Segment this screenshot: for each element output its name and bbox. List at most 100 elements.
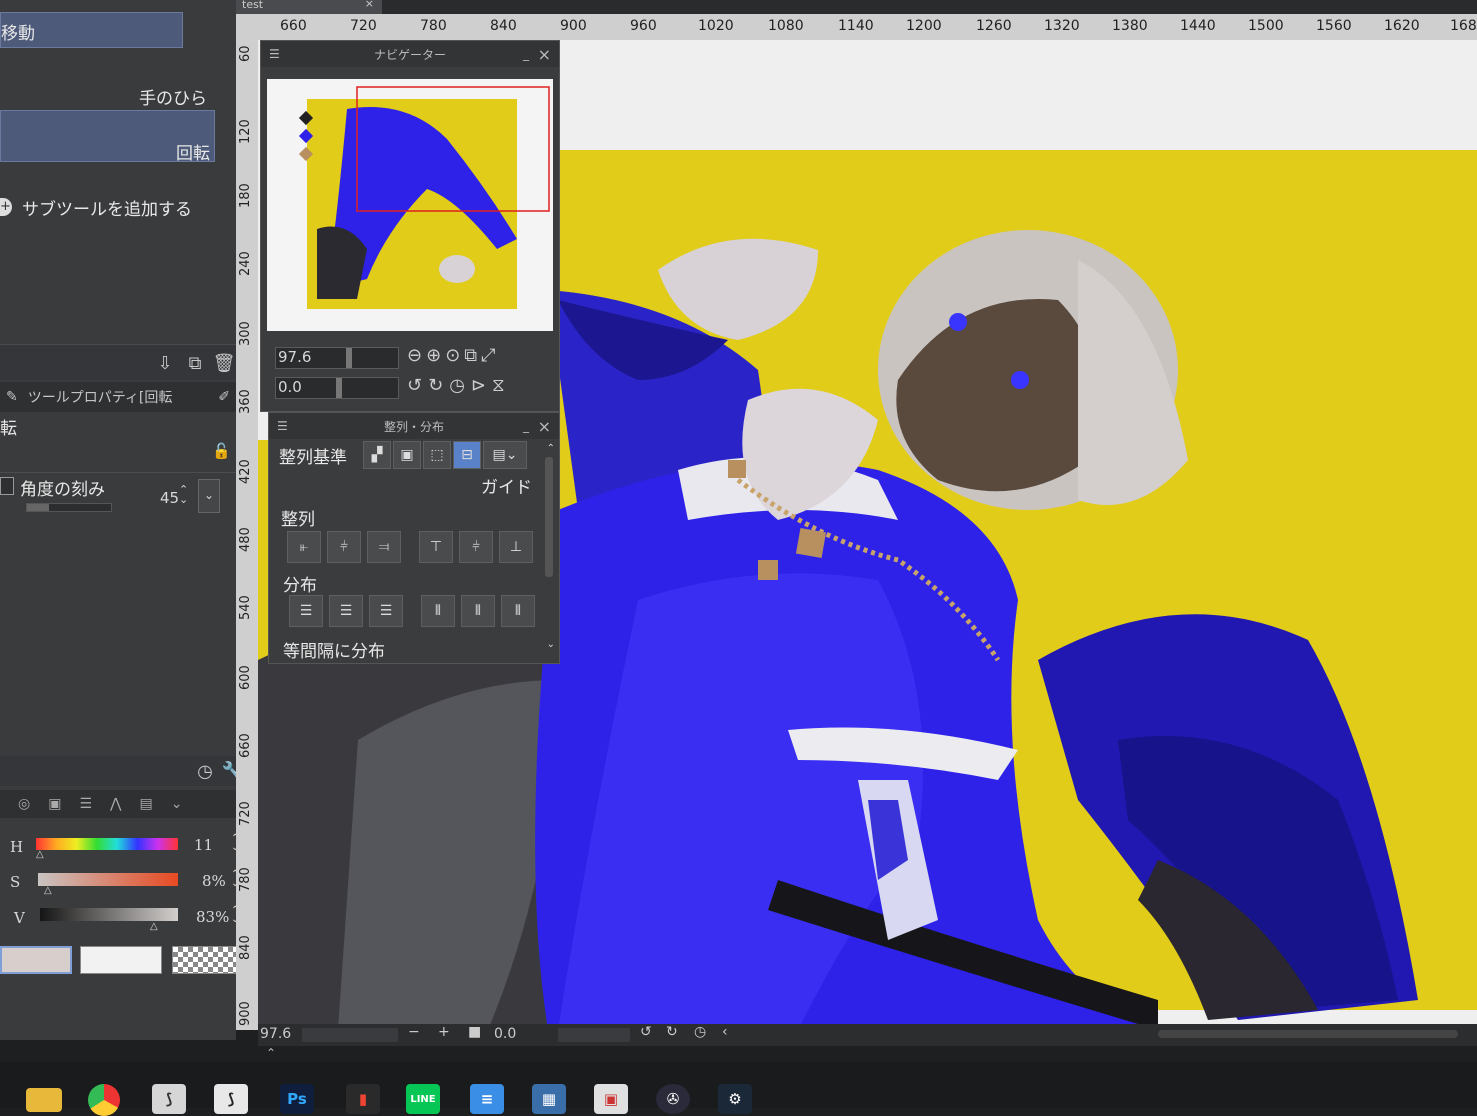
- duplicate-icon[interactable]: ⧉: [182, 350, 208, 376]
- media-player-icon[interactable]: ✇: [656, 1084, 690, 1114]
- zoom-input[interactable]: 97.6: [275, 347, 399, 369]
- clip-studio-icon[interactable]: ⟆: [152, 1084, 186, 1114]
- reset-rotation-icon[interactable]: ◷: [449, 375, 465, 396]
- status-zoom-out-icon[interactable]: −: [408, 1024, 420, 1040]
- minimize-icon[interactable]: _: [523, 47, 529, 61]
- distribute-center-h-icon[interactable]: ⦀: [461, 595, 495, 627]
- intermediate-color-tab-icon[interactable]: ⋀: [110, 796, 121, 812]
- status-rotate-right-icon[interactable]: ↻: [666, 1024, 678, 1040]
- close-tab-icon[interactable]: ×: [365, 0, 374, 9]
- close-icon[interactable]: ×: [538, 45, 551, 64]
- rotation-slider-handle[interactable]: [336, 378, 342, 398]
- horizontal-scrollbar[interactable]: [1158, 1030, 1458, 1038]
- navigator-titlebar[interactable]: ☰ ナビゲーター _ ×: [261, 41, 559, 67]
- basis-selection-icon[interactable]: ▞: [363, 441, 391, 469]
- stepper-arrows-icon[interactable]: ⌃ ⌄: [179, 484, 188, 505]
- saturation-slider[interactable]: [38, 873, 178, 886]
- basis-guide-icon[interactable]: ⊟: [453, 441, 481, 469]
- status-reset-rotation-icon[interactable]: ◷: [694, 1024, 706, 1040]
- sat-slider-thumb-icon[interactable]: △: [44, 885, 52, 896]
- panel-menu-icon[interactable]: ☰: [277, 419, 288, 433]
- flip-vertical-icon[interactable]: ⧖: [492, 375, 505, 396]
- steam-icon[interactable]: ⚙: [718, 1084, 752, 1114]
- angle-step-slider[interactable]: [26, 503, 112, 512]
- status-zoom-in-icon[interactable]: +: [438, 1024, 450, 1040]
- h-value[interactable]: 11: [194, 836, 213, 854]
- status-zoom-value[interactable]: 97.6: [260, 1026, 291, 1042]
- zoom-slider-handle[interactable]: [346, 348, 352, 368]
- align-left-icon[interactable]: ⫦: [287, 531, 321, 563]
- notepad-icon[interactable]: ≡: [470, 1084, 504, 1114]
- status-rotate-left-icon[interactable]: ↺: [640, 1024, 652, 1040]
- subtool-rotate[interactable]: 回転: [0, 110, 215, 164]
- align-bottom-icon[interactable]: ⊥: [499, 531, 533, 563]
- status-rotation-value[interactable]: 0.0: [494, 1026, 516, 1042]
- file-explorer-icon[interactable]: [26, 1088, 62, 1112]
- align-right-icon[interactable]: ⫤: [367, 531, 401, 563]
- panel-scrollbar[interactable]: [545, 457, 553, 577]
- red-app-icon[interactable]: ▮: [346, 1084, 380, 1114]
- status-collapse-icon[interactable]: ‹: [722, 1024, 728, 1040]
- fit-screen-icon[interactable]: ⤢: [481, 345, 495, 366]
- sub-color-swatch[interactable]: [80, 946, 162, 974]
- import-icon[interactable]: ⇩: [152, 350, 178, 376]
- color-slider-tab-icon[interactable]: ☰: [79, 796, 92, 812]
- color-wheel-tab-icon[interactable]: ◎: [18, 796, 30, 812]
- basis-bounds-icon[interactable]: ⬚: [423, 441, 451, 469]
- angle-dropdown-button[interactable]: ⌄: [198, 479, 220, 513]
- rotate-left-icon[interactable]: ↺: [407, 375, 422, 396]
- reset-icon[interactable]: ◷: [192, 758, 218, 784]
- expand-up-icon[interactable]: ⌃: [266, 1046, 276, 1060]
- distribute-center-v-icon[interactable]: ☰: [329, 595, 363, 627]
- distribute-bottom-icon[interactable]: ☰: [369, 595, 403, 627]
- lock-icon[interactable]: 🔓: [212, 442, 231, 460]
- actual-size-icon[interactable]: ⊙: [445, 345, 460, 366]
- val-slider-thumb-icon[interactable]: △: [150, 921, 158, 932]
- color-history-tab-icon[interactable]: ▤: [140, 796, 153, 812]
- panel-scroll-down-icon[interactable]: ⌄: [547, 639, 555, 650]
- flip-horizontal-icon[interactable]: ⊳: [471, 375, 486, 396]
- status-zoom-slider[interactable]: [302, 1028, 398, 1042]
- main-color-swatch[interactable]: [0, 946, 72, 974]
- align-top-icon[interactable]: ⊤: [419, 531, 453, 563]
- v-value[interactable]: 83%: [196, 908, 229, 926]
- minimize-icon[interactable]: _: [523, 419, 529, 433]
- basis-canvas-icon[interactable]: ▣: [393, 441, 421, 469]
- s-value[interactable]: 8%: [202, 872, 226, 890]
- photoshop-icon[interactable]: Ps: [280, 1084, 314, 1114]
- color-set-tab-icon[interactable]: ▣: [48, 796, 61, 812]
- angle-step-checkbox[interactable]: [0, 477, 14, 495]
- distribute-left-icon[interactable]: ⦀: [421, 595, 455, 627]
- distribute-top-icon[interactable]: ☰: [289, 595, 323, 627]
- clip-studio-paint-icon[interactable]: ⟆: [214, 1084, 248, 1114]
- align-center-v-icon[interactable]: ⫩: [459, 531, 493, 563]
- navigator-preview[interactable]: [267, 79, 553, 331]
- fit-window-icon[interactable]: ⧉: [464, 345, 477, 366]
- align-titlebar[interactable]: ☰ 整列・分布 _ ×: [269, 413, 559, 439]
- pen-icon[interactable]: ✐: [218, 389, 230, 405]
- tab-dropdown-icon[interactable]: ⌄: [171, 796, 183, 812]
- zoom-out-icon[interactable]: ⊖: [407, 345, 422, 366]
- basis-key-object-icon[interactable]: ▤⌄: [483, 441, 527, 469]
- chrome-icon[interactable]: [88, 1084, 120, 1116]
- align-center-h-icon[interactable]: ⫩: [327, 531, 361, 563]
- subtool-move[interactable]: 移動: [0, 12, 183, 48]
- hue-slider-thumb-icon[interactable]: △: [36, 849, 44, 860]
- value-slider[interactable]: [40, 908, 178, 921]
- document-tab[interactable]: test ×: [234, 0, 382, 14]
- zoom-in-icon[interactable]: ⊕: [426, 345, 441, 366]
- rotation-input[interactable]: 0.0: [275, 377, 399, 399]
- distribute-right-icon[interactable]: ⦀: [501, 595, 535, 627]
- status-rotation-slider[interactable]: [558, 1028, 630, 1042]
- rotate-right-icon[interactable]: ↻: [428, 375, 443, 396]
- calculator-icon[interactable]: ▦: [532, 1084, 566, 1114]
- panel-scroll-up-icon[interactable]: ⌃: [547, 443, 555, 454]
- status-actual-size-icon[interactable]: ■: [468, 1024, 481, 1040]
- close-icon[interactable]: ×: [538, 417, 551, 436]
- line-icon[interactable]: LINE: [406, 1084, 440, 1114]
- add-subtool-button[interactable]: + サブツールを追加する: [0, 194, 220, 220]
- subtool-palm[interactable]: 手のひら: [0, 80, 215, 109]
- trash-icon[interactable]: 🗑: [211, 350, 237, 376]
- hue-slider[interactable]: [36, 838, 178, 850]
- presentation-app-icon[interactable]: ▣: [594, 1084, 628, 1114]
